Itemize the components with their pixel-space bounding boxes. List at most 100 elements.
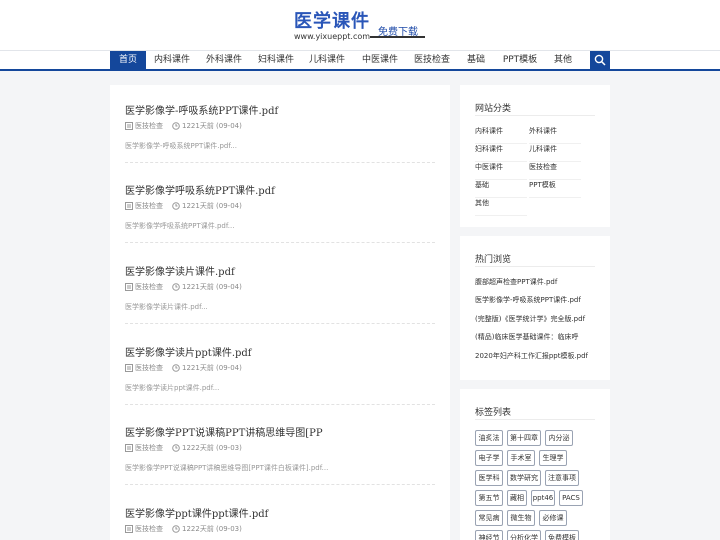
categories-divider bbox=[475, 115, 595, 116]
categories-title: 网站分类 bbox=[475, 104, 512, 114]
tag-link[interactable]: 医学科 bbox=[475, 470, 503, 486]
tag-link[interactable]: 生理学 bbox=[539, 450, 567, 466]
post-time: 1221天前 (09-04) bbox=[182, 122, 242, 130]
tag-link[interactable]: 注意事项 bbox=[545, 470, 579, 486]
post-time: 1222天前 (09-03) bbox=[182, 525, 242, 533]
sidebar-tags: 标签列表 油炙法 第十四章 内分泌 电子学 手术室 生理学 医学科 数学研究 注… bbox=[460, 389, 610, 540]
clock-icon bbox=[172, 444, 180, 452]
category-link[interactable]: 内科课件 bbox=[475, 126, 527, 144]
clock-icon bbox=[172, 202, 180, 210]
nav-item-exam[interactable]: 医技检查 bbox=[410, 51, 454, 69]
tag-link[interactable]: 免费模板 bbox=[545, 530, 579, 540]
post-category[interactable]: 医技检查 bbox=[135, 282, 163, 292]
post-divider bbox=[125, 404, 435, 405]
category-icon bbox=[125, 444, 133, 452]
tag-link[interactable]: 分析化学 bbox=[507, 530, 541, 540]
tag-link[interactable]: 藏相 bbox=[507, 490, 527, 506]
post-category[interactable]: 医技检查 bbox=[135, 363, 163, 373]
post-time: 1221天前 (09-04) bbox=[182, 364, 242, 372]
post-excerpt: 医学影像学-呼吸系统PPT课件.pdf... bbox=[125, 142, 237, 150]
post-title[interactable]: 医学影像学读片ppt课件.pdf bbox=[125, 344, 252, 359]
logo-url: www.yixueppt.com bbox=[294, 32, 371, 41]
category-icon bbox=[125, 202, 133, 210]
clock-icon bbox=[172, 525, 180, 533]
nav-item-tcm[interactable]: 中医课件 bbox=[358, 51, 402, 69]
nav-item-gynecology[interactable]: 妇科课件 bbox=[254, 51, 298, 69]
hot-link[interactable]: (精品)临床医学基础课件：临床呼 bbox=[475, 332, 578, 342]
nav-item-basics[interactable]: 基础 bbox=[462, 51, 490, 69]
category-icon bbox=[125, 364, 133, 372]
hot-link[interactable]: 腹部超声检查PPT课件.pdf bbox=[475, 277, 557, 287]
category-link[interactable]: 妇科课件 bbox=[475, 144, 527, 162]
post-category[interactable]: 医技检查 bbox=[135, 443, 163, 453]
post-excerpt: 医学影像学读片ppt课件.pdf... bbox=[125, 384, 220, 392]
category-icon bbox=[125, 525, 133, 533]
tag-link[interactable]: 第十四章 bbox=[507, 430, 541, 446]
tag-link[interactable]: 油炙法 bbox=[475, 430, 503, 446]
tag-link[interactable]: 内分泌 bbox=[545, 430, 573, 446]
category-icon bbox=[125, 122, 133, 130]
hot-link[interactable]: 2020年妇产科工作汇报ppt模板.pdf bbox=[475, 351, 588, 361]
category-link[interactable]: PPT模板 bbox=[529, 180, 581, 198]
nav-item-other[interactable]: 其他 bbox=[549, 51, 577, 69]
post-list: 医学影像学-呼吸系统PPT课件.pdf 医技检查 1221天前 (09-04) … bbox=[110, 85, 450, 540]
tag-link[interactable]: 数学研究 bbox=[507, 470, 541, 486]
post-title[interactable]: 医学影像学-呼吸系统PPT课件.pdf bbox=[125, 102, 278, 117]
tag-link[interactable]: 神经节 bbox=[475, 530, 503, 540]
category-link[interactable]: 医技检查 bbox=[529, 162, 581, 180]
nav-item-surgery[interactable]: 外科课件 bbox=[202, 51, 246, 69]
post-title[interactable]: 医学影像学读片课件.pdf bbox=[125, 263, 235, 278]
tags-divider bbox=[475, 419, 595, 420]
category-icon bbox=[125, 283, 133, 291]
post-category[interactable]: 医技检查 bbox=[135, 121, 163, 131]
tags-title: 标签列表 bbox=[475, 408, 512, 418]
hot-title: 热门浏览 bbox=[475, 255, 512, 265]
site-header: 医学课件 www.yixueppt.com 免费下载 bbox=[0, 0, 720, 50]
post-category[interactable]: 医技检查 bbox=[135, 524, 163, 534]
search-icon bbox=[594, 54, 606, 66]
tag-link[interactable]: 第五节 bbox=[475, 490, 503, 506]
nav-item-ppt-template[interactable]: PPT模板 bbox=[498, 51, 542, 69]
post-divider bbox=[125, 484, 435, 485]
post-time: 1221天前 (09-04) bbox=[182, 202, 242, 210]
post-divider bbox=[125, 323, 435, 324]
nav-item-internal[interactable]: 内科课件 bbox=[150, 51, 194, 69]
tag-link[interactable]: 常见病 bbox=[475, 510, 503, 526]
post-divider bbox=[125, 242, 435, 243]
site-logo[interactable]: 医学课件 www.yixueppt.com bbox=[292, 12, 372, 42]
tag-link[interactable]: 必修课 bbox=[539, 510, 567, 526]
tag-link[interactable]: PACS bbox=[559, 490, 583, 506]
post-time: 1221天前 (09-04) bbox=[182, 283, 242, 291]
hot-divider bbox=[475, 266, 595, 267]
logo-title: 医学课件 bbox=[294, 11, 370, 32]
post-title[interactable]: 医学影像学呼吸系统PPT课件.pdf bbox=[125, 182, 275, 197]
clock-icon bbox=[172, 364, 180, 372]
tag-link[interactable]: 电子学 bbox=[475, 450, 503, 466]
clock-icon bbox=[172, 122, 180, 130]
tag-link[interactable]: 微生物 bbox=[507, 510, 535, 526]
nav-search-button[interactable] bbox=[590, 51, 610, 69]
post-excerpt: 医学影像学读片课件.pdf... bbox=[125, 303, 208, 311]
nav-item-pediatrics[interactable]: 儿科课件 bbox=[305, 51, 349, 69]
post-category[interactable]: 医技检查 bbox=[135, 201, 163, 211]
category-link[interactable]: 外科课件 bbox=[529, 126, 581, 144]
sidebar-hot: 热门浏览 腹部超声检查PPT课件.pdf 医学影像学-呼吸系统PPT课件.pdf… bbox=[460, 236, 610, 380]
tag-link[interactable]: 手术室 bbox=[507, 450, 535, 466]
category-link[interactable]: 其他 bbox=[475, 198, 527, 216]
main-nav: 首页 内科课件 外科课件 妇科课件 儿科课件 中医课件 医技检查 基础 PPT模… bbox=[0, 50, 720, 71]
post-excerpt: 医学影像学呼吸系统PPT课件.pdf... bbox=[125, 222, 235, 230]
sidebar-categories: 网站分类 内科课件 外科课件 妇科课件 儿科课件 中医课件 医技检查 基础 PP… bbox=[460, 85, 610, 227]
free-download-underline bbox=[370, 36, 425, 38]
post-time: 1222天前 (09-03) bbox=[182, 444, 242, 452]
tag-link[interactable]: ppt46 bbox=[531, 490, 555, 506]
category-link[interactable]: 儿科课件 bbox=[529, 144, 581, 162]
post-title[interactable]: 医学影像学PPT说课稿PPT讲稿思维导图[PP bbox=[125, 424, 323, 439]
hot-link[interactable]: 医学影像学-呼吸系统PPT课件.pdf bbox=[475, 295, 581, 305]
post-title[interactable]: 医学影像学ppt课件ppt课件.pdf bbox=[125, 505, 268, 520]
nav-item-home[interactable]: 首页 bbox=[110, 51, 146, 69]
category-link[interactable]: 基础 bbox=[475, 180, 527, 198]
post-divider bbox=[125, 162, 435, 163]
post-excerpt: 医学影像学PPT说课稿PPT讲稿思维导图[PPT课件白板课件].pdf... bbox=[125, 464, 329, 472]
category-link[interactable]: 中医课件 bbox=[475, 162, 527, 180]
hot-link[interactable]: (完整版)《医学统计学》完全版.pdf bbox=[475, 314, 585, 324]
